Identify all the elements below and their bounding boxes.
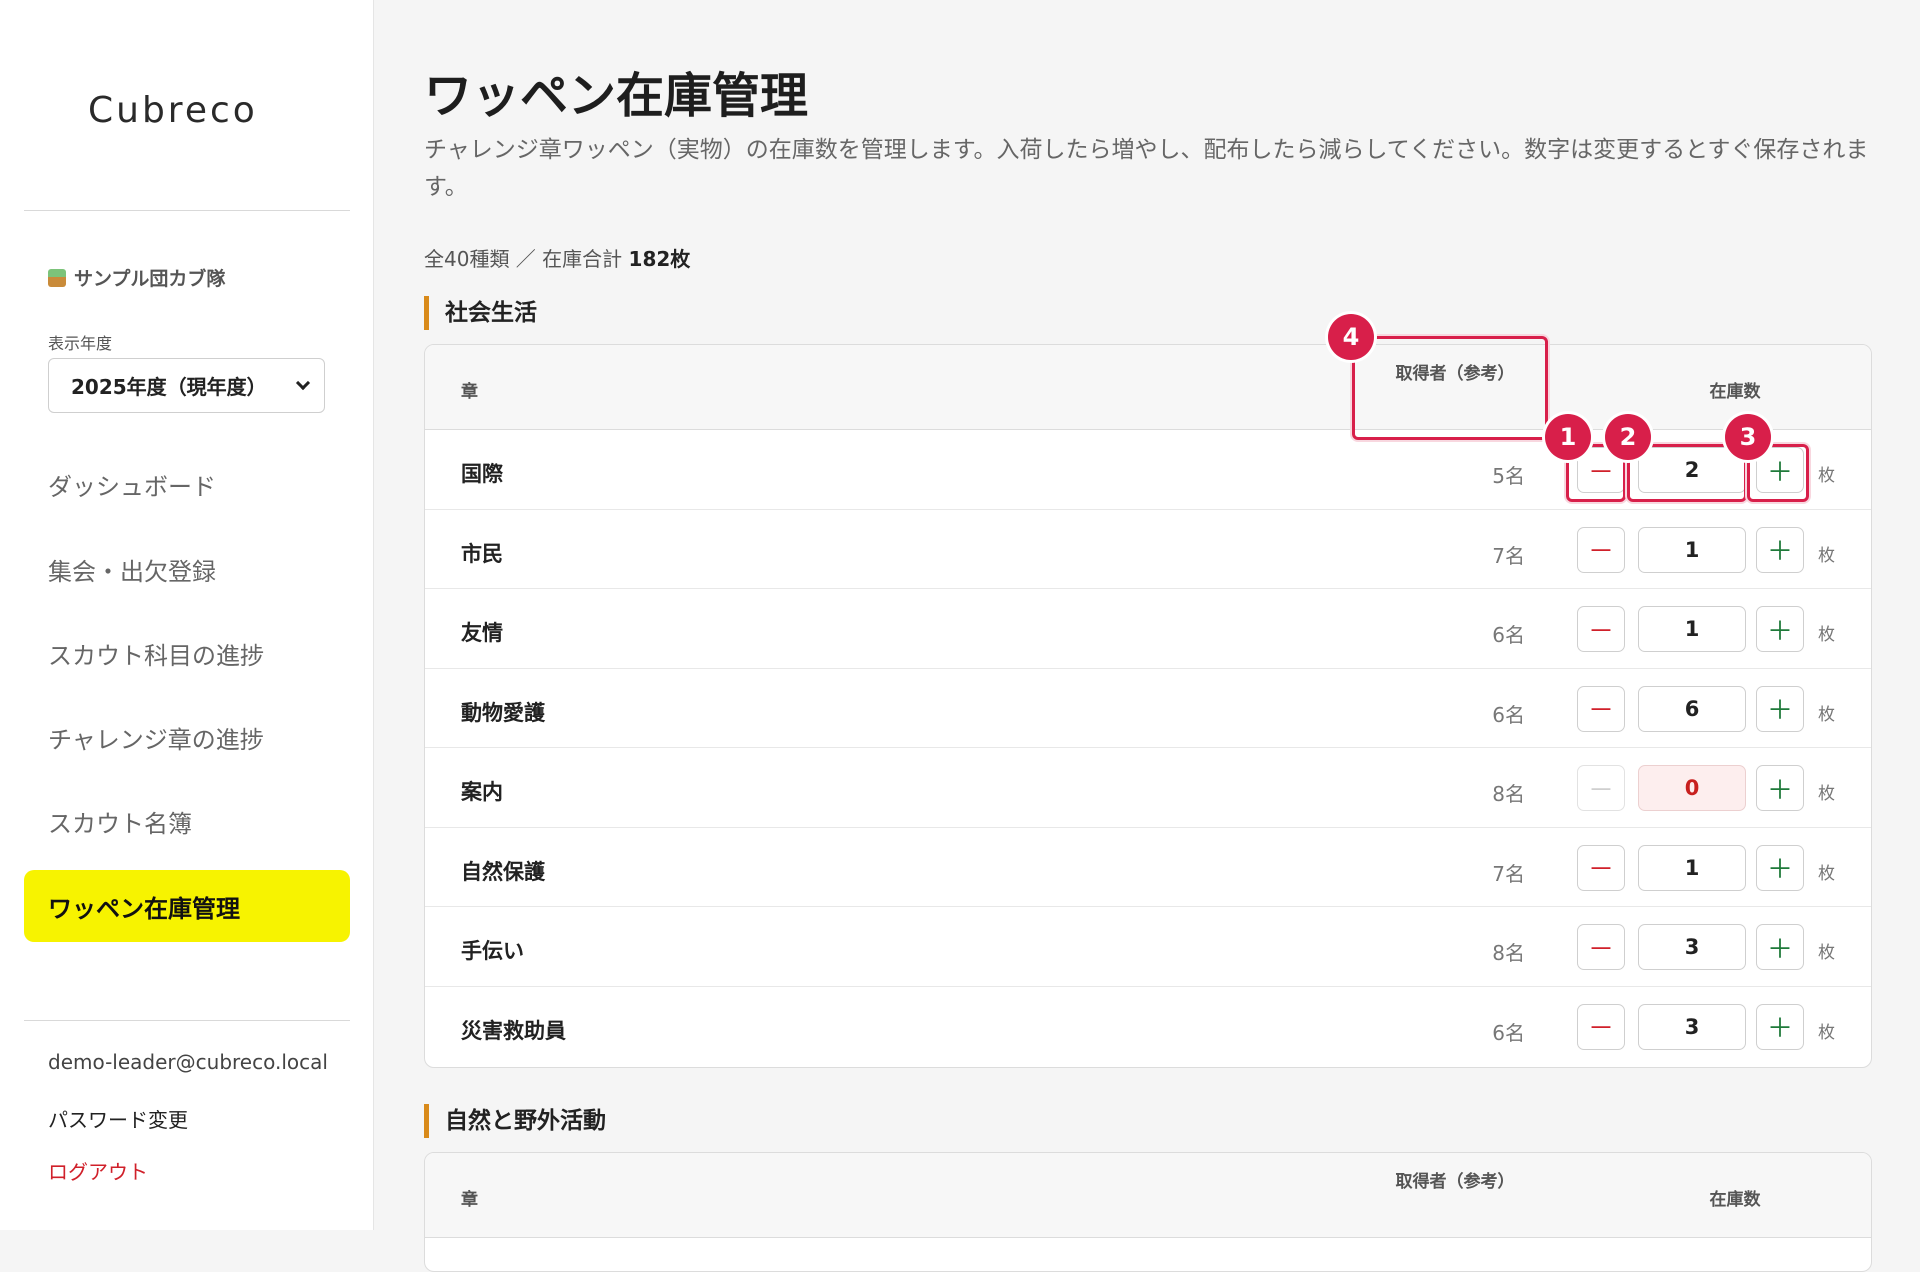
troop-name: サンプル団カブ隊 <box>48 264 225 291</box>
decrement-button[interactable]: － <box>1577 924 1625 970</box>
chapter-name: 災害救助員 <box>461 1018 566 1043</box>
logout-link[interactable]: ログアウト <box>48 1156 148 1185</box>
table-row: 市民 7名 － 1 ＋ 枚 <box>425 510 1871 589</box>
chevron-down-icon <box>295 375 311 390</box>
holders-count: 6名 <box>1492 1020 1525 1045</box>
chapter-name: 案内 <box>461 780 503 804</box>
increment-button[interactable]: ＋ <box>1756 924 1804 970</box>
section-title: 社会生活 <box>424 296 537 330</box>
header-stock: 在庫数 <box>1709 1190 1761 1210</box>
year-select[interactable]: 2025年度（現年度） <box>48 358 325 413</box>
chapter-name: 手伝い <box>461 939 524 963</box>
page-description: チャレンジ章ワッペン（実物）の在庫数を管理します。入荷したら増やし、配布したら減… <box>424 137 1869 200</box>
header-chapter: 章 <box>461 1190 478 1210</box>
nav-scout-roster[interactable]: スカウト名簿 <box>24 785 350 857</box>
decrement-button[interactable]: － <box>1577 765 1625 811</box>
table-row: 友情 6名 － 1 ＋ 枚 <box>425 589 1871 669</box>
troop-label: サンプル団カブ隊 <box>74 268 226 290</box>
unit-label: 枚 <box>1818 545 1835 566</box>
chapter-name: 動物愛護 <box>461 700 545 725</box>
chapter-name: 友情 <box>461 621 503 645</box>
header-stock: 在庫数 <box>1709 382 1761 402</box>
holders-count: 5名 <box>1492 464 1525 488</box>
highlight-quantity-input <box>1627 444 1747 502</box>
annotation-badge-1: 1 <box>1545 414 1591 460</box>
decrement-button[interactable]: － <box>1577 606 1625 652</box>
chapter-name: 国際 <box>461 462 503 486</box>
unit-label: 枚 <box>1818 943 1835 963</box>
sidebar-divider <box>24 1020 350 1021</box>
stock-input[interactable]: 3 <box>1638 1003 1746 1050</box>
holders-count: 8名 <box>1492 782 1525 806</box>
stock-input[interactable]: 3 <box>1638 924 1746 970</box>
year-label: 表示年度 <box>48 334 113 353</box>
decrement-button[interactable]: － <box>1577 844 1625 891</box>
table-row: 手伝い 8名 － 3 ＋ 枚 <box>425 907 1871 987</box>
decrement-button[interactable]: － <box>1577 526 1625 573</box>
chapter-name: 市民 <box>461 541 503 566</box>
highlight-holders-header <box>1352 336 1548 440</box>
nav-challenge-badges[interactable]: チャレンジ章の進捗 <box>24 701 350 773</box>
page-title: ワッペン在庫管理 <box>424 68 809 124</box>
nav-patch-inventory[interactable]: ワッペン在庫管理 <box>24 870 350 942</box>
change-password-link[interactable]: パスワード変更 <box>48 1104 188 1133</box>
sidebar-divider <box>24 210 350 211</box>
table-header: 章 取得者（参考） 在庫数 <box>425 345 1871 430</box>
table-row: 災害救助員 6名 － 3 ＋ 枚 <box>425 987 1871 1067</box>
increment-button[interactable]: ＋ <box>1756 765 1804 811</box>
summary-prefix: 全40種類 ／ 在庫合計 <box>424 247 629 271</box>
section-title: 自然と野外活動 <box>424 1104 606 1138</box>
increment-button[interactable]: ＋ <box>1756 526 1804 573</box>
table-header: 章 取得者（参考） 在庫数 <box>425 1153 1871 1238</box>
nav-dashboard[interactable]: ダッシュボード <box>24 448 350 520</box>
increment-button[interactable]: ＋ <box>1756 685 1804 732</box>
chapter-name: 自然保護 <box>461 859 545 884</box>
inventory-summary: 全40種類 ／ 在庫合計 182枚 <box>424 243 690 272</box>
unit-label: 枚 <box>1818 625 1835 645</box>
user-email: demo-leader@cubreco.local <box>48 1050 328 1074</box>
stock-input[interactable]: 6 <box>1638 685 1746 732</box>
stock-input[interactable]: 1 <box>1638 526 1746 573</box>
increment-button[interactable]: ＋ <box>1756 844 1804 891</box>
header-chapter: 章 <box>461 382 478 402</box>
stock-input[interactable]: 0 <box>1638 765 1746 811</box>
increment-button[interactable]: ＋ <box>1756 606 1804 652</box>
holders-count: 8名 <box>1492 941 1525 965</box>
nav-scout-subjects[interactable]: スカウト科目の進捗 <box>24 617 350 689</box>
summary-total: 182枚 <box>628 247 691 271</box>
camp-icon <box>48 268 66 287</box>
main-content: ワッペン在庫管理 チャレンジ章ワッペン（実物）の在庫数を管理します。入荷したら増… <box>424 0 1874 1272</box>
holders-count: 7名 <box>1492 861 1525 886</box>
inventory-table: 章 取得者（参考） 在庫数 <box>424 1152 1872 1272</box>
sidebar: Cubreco サンプル団カブ隊 表示年度 2025年度（現年度） ダッシュボー… <box>0 0 374 1230</box>
holders-count: 7名 <box>1492 543 1525 568</box>
unit-label: 枚 <box>1818 466 1835 486</box>
decrement-button[interactable]: － <box>1577 685 1625 732</box>
table-body: 国際 5名－ 2 ＋枚市民 7名－ 1 ＋枚友情 6名－ 1 ＋枚動物愛護 6名－ 6 ＋枚案内 8名－ 0… <box>425 430 1871 1066</box>
annotation-badge-3: 3 <box>1725 414 1771 460</box>
decrement-button[interactable]: － <box>1577 1003 1625 1050</box>
holders-count: 6名 <box>1492 702 1525 727</box>
app-logo[interactable]: Cubreco <box>88 90 258 131</box>
table-row: 動物愛護 6名 － 6 ＋ 枚 <box>425 669 1871 748</box>
unit-label: 枚 <box>1818 1022 1835 1043</box>
year-select-value: 2025年度（現年度） <box>71 375 267 399</box>
table-row: 自然保護 7名 － 1 ＋ 枚 <box>425 828 1871 907</box>
annotation-badge-2: 2 <box>1605 414 1651 460</box>
stock-input[interactable]: 1 <box>1638 844 1746 891</box>
unit-label: 枚 <box>1818 863 1835 884</box>
stock-input[interactable]: 1 <box>1638 606 1746 652</box>
header-holders: 取得者（参考） <box>1395 1172 1515 1192</box>
annotation-badge-4: 4 <box>1328 314 1374 360</box>
nav-meeting-attendance[interactable]: 集会・出欠登録 <box>24 533 350 605</box>
increment-button[interactable]: ＋ <box>1756 1003 1804 1050</box>
unit-label: 枚 <box>1818 784 1835 804</box>
table-row: 案内 8名 － 0 ＋ 枚 <box>425 748 1871 828</box>
holders-count: 6名 <box>1492 623 1525 647</box>
unit-label: 枚 <box>1818 704 1835 725</box>
